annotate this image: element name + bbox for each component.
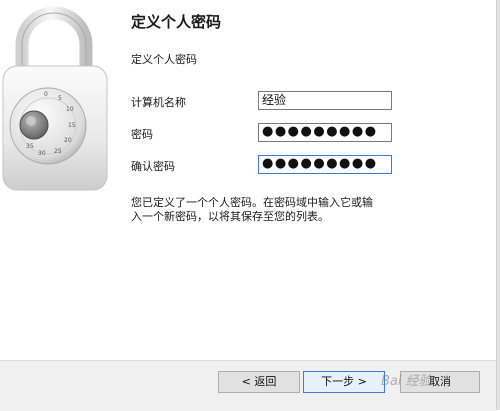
- next-button[interactable]: 下一步 >: [303, 371, 385, 393]
- page-title: 定义个人密码: [131, 13, 222, 31]
- computer-name-field[interactable]: 经验: [258, 91, 392, 110]
- svg-text:25: 25: [54, 148, 62, 155]
- svg-text:5: 5: [58, 95, 62, 102]
- description-text: 您已定义了一个个人密码。在密码域中输入它或输 入一个新密码，以将其保存至您的列表…: [131, 196, 401, 224]
- padlock-icon: 0 5 10 15 20 25 30 35: [2, 6, 108, 191]
- wizard-footer: < 返回 下一步 > 取消: [0, 360, 496, 411]
- computer-name-label: 计算机名称: [131, 96, 186, 109]
- confirm-password-field[interactable]: ●●●●●●●●●: [258, 155, 392, 174]
- svg-text:35: 35: [26, 143, 34, 150]
- page-subtitle: 定义个人密码: [131, 53, 197, 66]
- cancel-button[interactable]: 取消: [400, 371, 480, 393]
- description-line-2: 入一个新密码，以将其保存至您的列表。: [131, 210, 329, 223]
- svg-text:10: 10: [66, 106, 74, 113]
- confirm-password-label: 确认密码: [131, 160, 175, 173]
- description-line-1: 您已定义了一个个人密码。在密码域中输入它或输: [131, 196, 373, 209]
- password-label: 密码: [131, 128, 153, 141]
- svg-text:20: 20: [64, 137, 72, 144]
- svg-text:0: 0: [44, 91, 48, 98]
- svg-text:15: 15: [68, 122, 76, 129]
- svg-text:30: 30: [38, 150, 46, 157]
- window-right-edge: [496, 0, 500, 410]
- padlock-illustration: 0 5 10 15 20 25 30 35: [0, 0, 115, 230]
- password-field[interactable]: ●●●●●●●●●: [258, 123, 392, 142]
- back-button[interactable]: < 返回: [218, 371, 300, 393]
